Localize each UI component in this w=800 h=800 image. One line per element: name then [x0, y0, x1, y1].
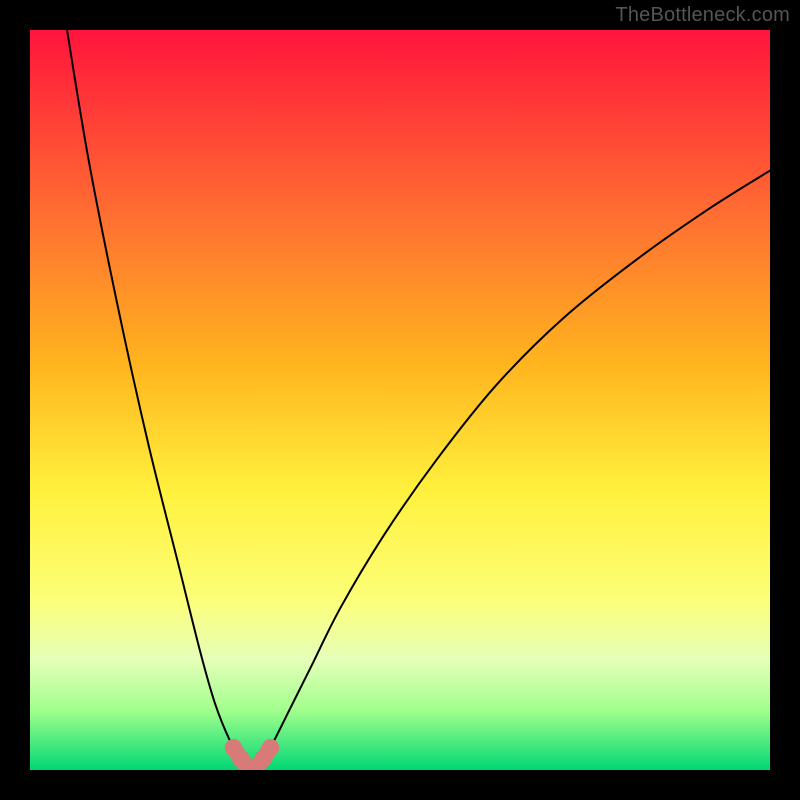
chart-frame: TheBottleneck.com: [0, 0, 800, 800]
gradient-background: [30, 30, 770, 770]
chart-svg: [30, 30, 770, 770]
watermark-text: TheBottleneck.com: [615, 4, 790, 27]
plot-area: [30, 30, 770, 770]
highlight-marker: [262, 739, 280, 757]
